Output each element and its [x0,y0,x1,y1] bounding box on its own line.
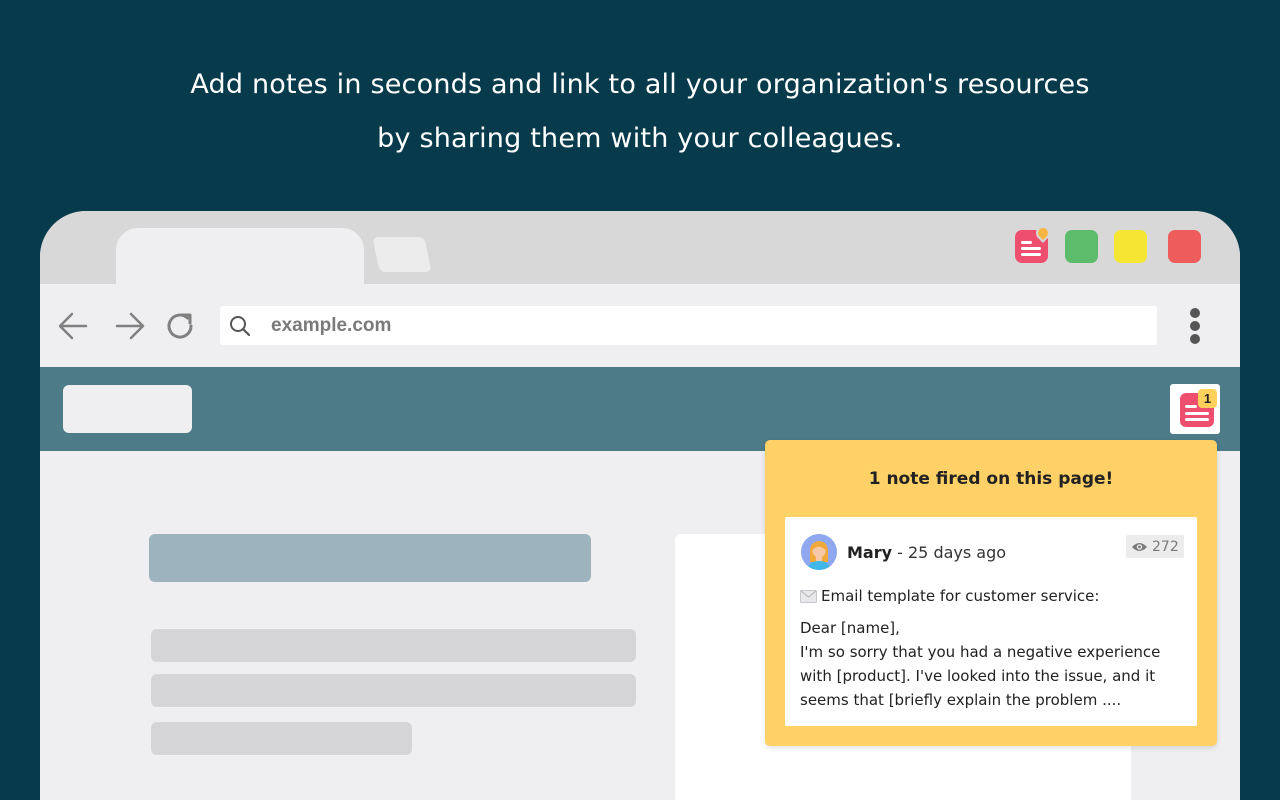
note-author: Mary [847,543,893,562]
note-subject-text: Email template for customer service: [821,587,1100,605]
note-time: 25 days ago [908,543,1007,562]
navigation-bar: example.com [40,284,1240,367]
address-bar[interactable]: example.com [220,306,1157,345]
headline-line-1: Add notes in seconds and link to all you… [190,69,1090,100]
notes-count-badge: 1 [1198,389,1217,408]
note-author-line: Mary - 25 days ago [847,543,1006,562]
notes-button[interactable]: 1 [1170,384,1220,434]
reload-icon [167,313,193,339]
yellow-extension-icon[interactable] [1114,230,1147,263]
forward-button[interactable] [110,306,150,346]
note-body: Dear [name], I'm so sorry that you had a… [800,616,1190,712]
eye-icon [1132,542,1147,551]
tab-new[interactable] [372,237,432,272]
notes-popup: 1 note fired on this page! Mary - 25 day… [765,440,1217,746]
site-logo-placeholder [63,385,192,433]
envelope-icon [800,589,817,603]
tab-active[interactable] [116,228,364,286]
content-title-placeholder [149,534,591,582]
avatar [801,534,837,570]
tab-bar [40,211,1240,286]
url-text: example.com [271,315,392,336]
red-extension-icon[interactable] [1168,230,1201,263]
views-badge: 272 [1126,535,1184,558]
views-count: 272 [1152,538,1179,555]
back-button[interactable] [53,306,93,346]
note-body-line: I'm so sorry that you had a negative exp… [800,643,1161,661]
content-line-placeholder [151,629,636,662]
reload-button[interactable] [160,306,200,346]
note-body-line: Dear [name], [800,619,900,637]
headline: Add notes in seconds and link to all you… [0,58,1280,166]
flame-icon [1033,223,1053,243]
site-header: 1 [40,367,1240,451]
note-subject: Email template for customer service: [800,587,1099,605]
arrow-left-icon [58,312,88,340]
headline-line-2: by sharing them with your colleagues. [377,123,903,154]
notes-extension-icon[interactable] [1015,223,1053,263]
content-line-placeholder [151,674,636,707]
search-icon [230,316,251,337]
note-card[interactable]: Mary - 25 days ago 272 Email template fo… [785,517,1197,726]
popup-title: 1 note fired on this page! [868,469,1114,489]
author-separator: - [892,543,908,562]
arrow-right-icon [115,312,145,340]
note-body-line: with [product]. I've looked into the iss… [800,667,1156,685]
green-extension-icon[interactable] [1065,230,1098,263]
note-body-line: seems that [briefly explain the problem … [800,691,1122,709]
kebab-menu-icon[interactable] [1183,306,1207,346]
content-line-placeholder [151,722,412,755]
